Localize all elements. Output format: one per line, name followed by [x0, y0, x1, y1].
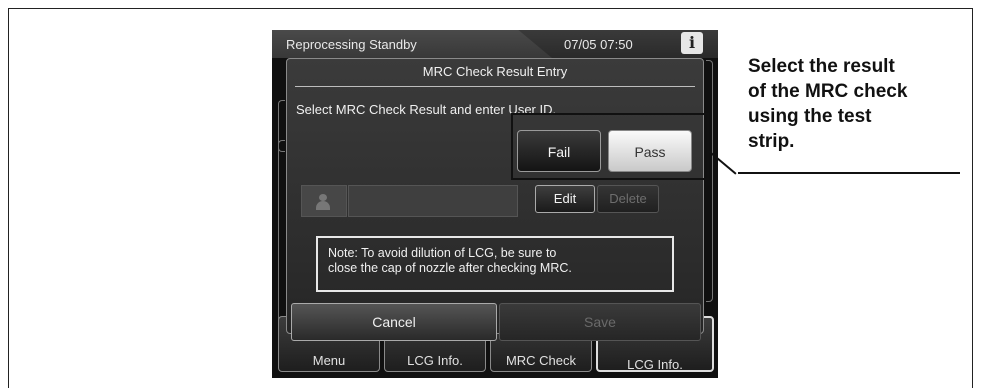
callout-line: using the test [748, 106, 872, 127]
note-line: Note: To avoid dilution of LCG, be sure … [328, 246, 557, 260]
note-box: Note: To avoid dilution of LCG, be sure … [316, 236, 674, 292]
edit-button[interactable]: Edit [535, 185, 595, 213]
save-button[interactable]: Save [499, 303, 701, 341]
user-icon [301, 185, 347, 217]
callout-leader-line [738, 172, 960, 174]
info-icon[interactable]: i [681, 32, 703, 54]
date-time: 07/05 07:50 [564, 37, 633, 52]
device-screen: Reprocessing Standby 07/05 07:50 i Menu … [272, 30, 718, 378]
note-line: close the cap of nozzle after checking M… [328, 261, 572, 275]
callout-highlight-box [511, 113, 709, 180]
user-icon-body [316, 201, 330, 210]
title-divider [295, 86, 695, 87]
background-panel-edge [706, 60, 713, 302]
callout-line: Select the result [748, 56, 895, 77]
callout-line: strip. [748, 131, 795, 152]
delete-button[interactable]: Delete [597, 185, 659, 213]
background-panel-edge [278, 140, 285, 322]
cancel-button[interactable]: Cancel [291, 303, 497, 341]
dialog-title: MRC Check Result Entry [422, 64, 568, 79]
mrc-result-dialog: MRC Check Result Entry Select MRC Check … [286, 58, 704, 341]
user-id-field[interactable] [348, 185, 518, 217]
dialog-footer: Cancel Save [287, 303, 703, 341]
status-text: Reprocessing Standby [286, 37, 417, 52]
status-bar: Reprocessing Standby 07/05 07:50 i [272, 30, 718, 58]
callout-line: of the MRC check [748, 81, 908, 102]
user-icon-head [319, 194, 327, 201]
callout-text: Select the result of the MRC check using… [748, 54, 968, 154]
